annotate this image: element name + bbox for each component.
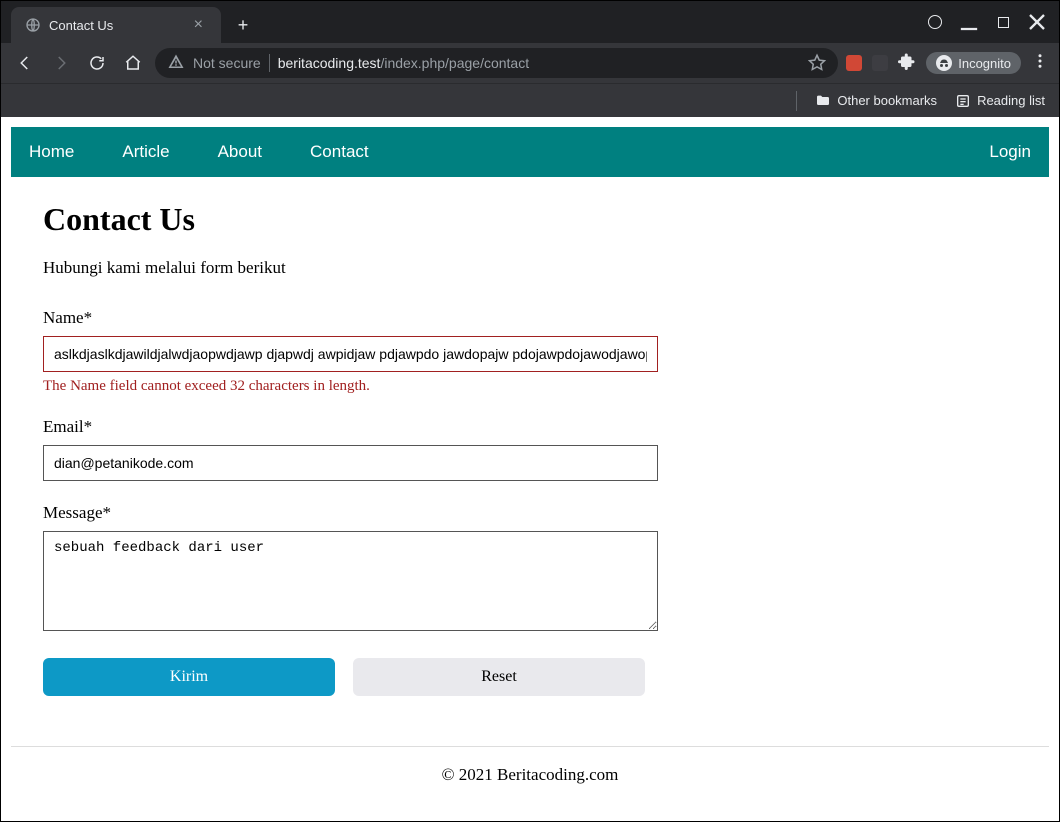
- field-message: Message*: [43, 503, 1017, 636]
- footer-text: © 2021 Beritacoding.com: [442, 765, 619, 784]
- page-subtitle: Hubungi kami melalui form berikut: [43, 258, 1017, 278]
- main-content: Contact Us Hubungi kami melalui form ber…: [11, 177, 1049, 716]
- field-name: Name* The Name field cannot exceed 32 ch…: [43, 308, 1017, 395]
- reload-button[interactable]: [83, 49, 111, 77]
- incognito-label: Incognito: [958, 56, 1011, 71]
- name-error: The Name field cannot exceed 32 characte…: [43, 378, 1017, 395]
- label-message: Message*: [43, 503, 1017, 523]
- extension-icon-1[interactable]: [846, 55, 862, 71]
- address-bar: Not secure beritacoding.test/index.php/p…: [1, 43, 1059, 83]
- extensions-button[interactable]: [898, 52, 916, 75]
- home-button[interactable]: [119, 49, 147, 77]
- close-window-button[interactable]: [1023, 8, 1051, 36]
- name-input[interactable]: [43, 336, 658, 372]
- nav-article[interactable]: Article: [122, 142, 169, 162]
- not-secure-label: Not secure: [193, 55, 261, 71]
- back-button[interactable]: [11, 49, 39, 77]
- submit-button[interactable]: Kirim: [43, 658, 335, 696]
- globe-icon: [25, 17, 41, 33]
- reading-list-label: Reading list: [977, 93, 1045, 108]
- close-tab-icon[interactable]: ×: [190, 14, 207, 36]
- nav-contact[interactable]: Contact: [310, 142, 369, 162]
- window-controls: [921, 1, 1059, 43]
- message-input[interactable]: [43, 531, 658, 631]
- nav-about[interactable]: About: [218, 142, 262, 162]
- reading-list-button[interactable]: Reading list: [955, 93, 1045, 109]
- not-secure-icon: [167, 53, 185, 74]
- viewport: Home Article About Contact Login Contact…: [1, 117, 1059, 821]
- window-indicator-icon: [921, 8, 949, 36]
- bookmarks-bar: Other bookmarks Reading list: [1, 83, 1059, 117]
- incognito-badge: Incognito: [926, 52, 1021, 74]
- page-title: Contact Us: [43, 201, 1017, 238]
- forward-button[interactable]: [47, 49, 75, 77]
- url-host: beritacoding.test: [278, 55, 381, 71]
- email-input[interactable]: [43, 445, 658, 481]
- site-footer: © 2021 Beritacoding.com: [11, 746, 1049, 821]
- button-row: Kirim Reset: [43, 658, 1017, 696]
- reset-button[interactable]: Reset: [353, 658, 645, 696]
- toolbar-extensions: Incognito: [846, 52, 1049, 75]
- tab-title: Contact Us: [49, 18, 113, 33]
- label-email: Email*: [43, 417, 1017, 437]
- nav-home[interactable]: Home: [29, 142, 74, 162]
- kebab-menu-button[interactable]: [1031, 52, 1049, 75]
- site-nav: Home Article About Contact Login: [11, 127, 1049, 177]
- bookbar-separator: [796, 91, 797, 111]
- other-bookmarks-label: Other bookmarks: [837, 93, 937, 108]
- omnibox-divider: [269, 54, 270, 72]
- nav-login[interactable]: Login: [989, 142, 1031, 162]
- page: Home Article About Contact Login Contact…: [1, 117, 1059, 821]
- new-tab-button[interactable]: +: [229, 11, 257, 39]
- browser-tab[interactable]: Contact Us ×: [11, 7, 221, 43]
- browser-window: Contact Us × + Not secure: [0, 0, 1060, 822]
- tab-strip: Contact Us × +: [1, 1, 1059, 43]
- bookmark-star-icon[interactable]: [808, 53, 826, 74]
- incognito-icon: [936, 55, 952, 71]
- minimize-button[interactable]: [955, 8, 983, 36]
- maximize-button[interactable]: [989, 8, 1017, 36]
- url-path: /index.php/page/contact: [380, 55, 529, 71]
- omnibox[interactable]: Not secure beritacoding.test/index.php/p…: [155, 48, 838, 78]
- other-bookmarks-button[interactable]: Other bookmarks: [815, 93, 937, 109]
- url-text: beritacoding.test/index.php/page/contact: [278, 55, 529, 71]
- label-name: Name*: [43, 308, 1017, 328]
- extension-icon-2[interactable]: [872, 55, 888, 71]
- field-email: Email*: [43, 417, 1017, 481]
